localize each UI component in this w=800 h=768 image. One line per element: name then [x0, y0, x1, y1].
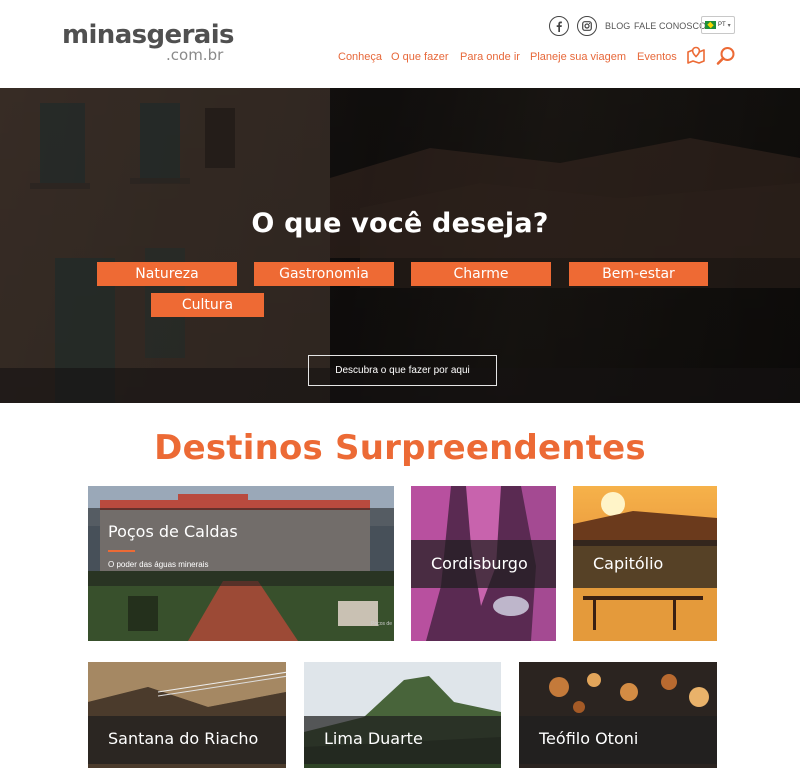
card-title: Poços de Caldas — [108, 522, 238, 541]
category-gastronomia-button[interactable]: Gastronomia — [254, 262, 394, 286]
language-code: PT — [718, 22, 726, 28]
card-title: Teófilo Otoni — [539, 729, 639, 748]
category-natureza-button[interactable]: Natureza — [97, 262, 237, 286]
instagram-icon[interactable] — [577, 16, 597, 36]
category-cultura-button[interactable]: Cultura — [151, 293, 264, 317]
blog-link[interactable]: BLOG — [605, 20, 630, 32]
destination-card-teofilo-otoni[interactable]: Teófilo Otoni — [519, 662, 717, 768]
hero-title: O que você deseja? — [251, 208, 549, 239]
card-overlay — [88, 508, 394, 586]
destination-card-cordisburgo[interactable]: Cordisburgo — [411, 486, 556, 641]
caret-down-icon: ▾ — [727, 22, 731, 29]
card-title: Cordisburgo — [431, 554, 528, 573]
contact-link[interactable]: FALE CONOSCO — [634, 20, 706, 32]
nav-planeje-sua-viagem[interactable]: Planeje sua viagem — [530, 50, 626, 64]
card-subtitle: O poder das águas minerais — [108, 560, 209, 569]
category-charme-button[interactable]: Charme — [411, 262, 551, 286]
destination-card-lima-duarte[interactable]: Lima Duarte — [304, 662, 501, 768]
facebook-icon[interactable] — [549, 16, 569, 36]
destination-card-capitolio[interactable]: Capitólio — [573, 486, 717, 641]
site-logo[interactable]: minasgerais .com.br — [62, 20, 235, 64]
site-header: minasgerais .com.br BLOG FALE CONOSCO PT… — [0, 0, 800, 88]
destinations-title: Destinos Surpreendentes — [154, 428, 646, 468]
card-underline — [108, 550, 135, 552]
nav-o-que-fazer[interactable]: O que fazer — [391, 50, 448, 64]
card-title: Capitólio — [593, 554, 664, 573]
category-bem-estar-button[interactable]: Bem-estar — [569, 262, 708, 286]
card-title: Santana do Riacho — [108, 729, 259, 748]
destination-card-santana-do-riacho[interactable]: Santana do Riacho — [88, 662, 286, 768]
destination-card-pocos-de-caldas[interactable]: Poços de Caldas O poder das águas minera… — [88, 486, 394, 641]
nav-para-onde-ir[interactable]: Para onde ir — [460, 50, 520, 64]
search-icon[interactable] — [715, 45, 737, 67]
language-select[interactable]: PT ▾ — [701, 16, 735, 34]
card-title: Lima Duarte — [324, 729, 423, 748]
brazil-flag-icon — [705, 21, 716, 29]
logo-sub-text: .com.br — [166, 46, 224, 64]
hero-banner: O que você deseja? Natureza Gastronomia … — [0, 88, 800, 403]
nav-conheca[interactable]: Conheça — [338, 50, 382, 64]
photo-credit: Poços de — [371, 621, 392, 627]
map-icon[interactable] — [685, 45, 707, 67]
discover-button[interactable]: Descubra o que fazer por aqui — [308, 355, 497, 386]
nav-eventos[interactable]: Eventos — [637, 50, 677, 64]
